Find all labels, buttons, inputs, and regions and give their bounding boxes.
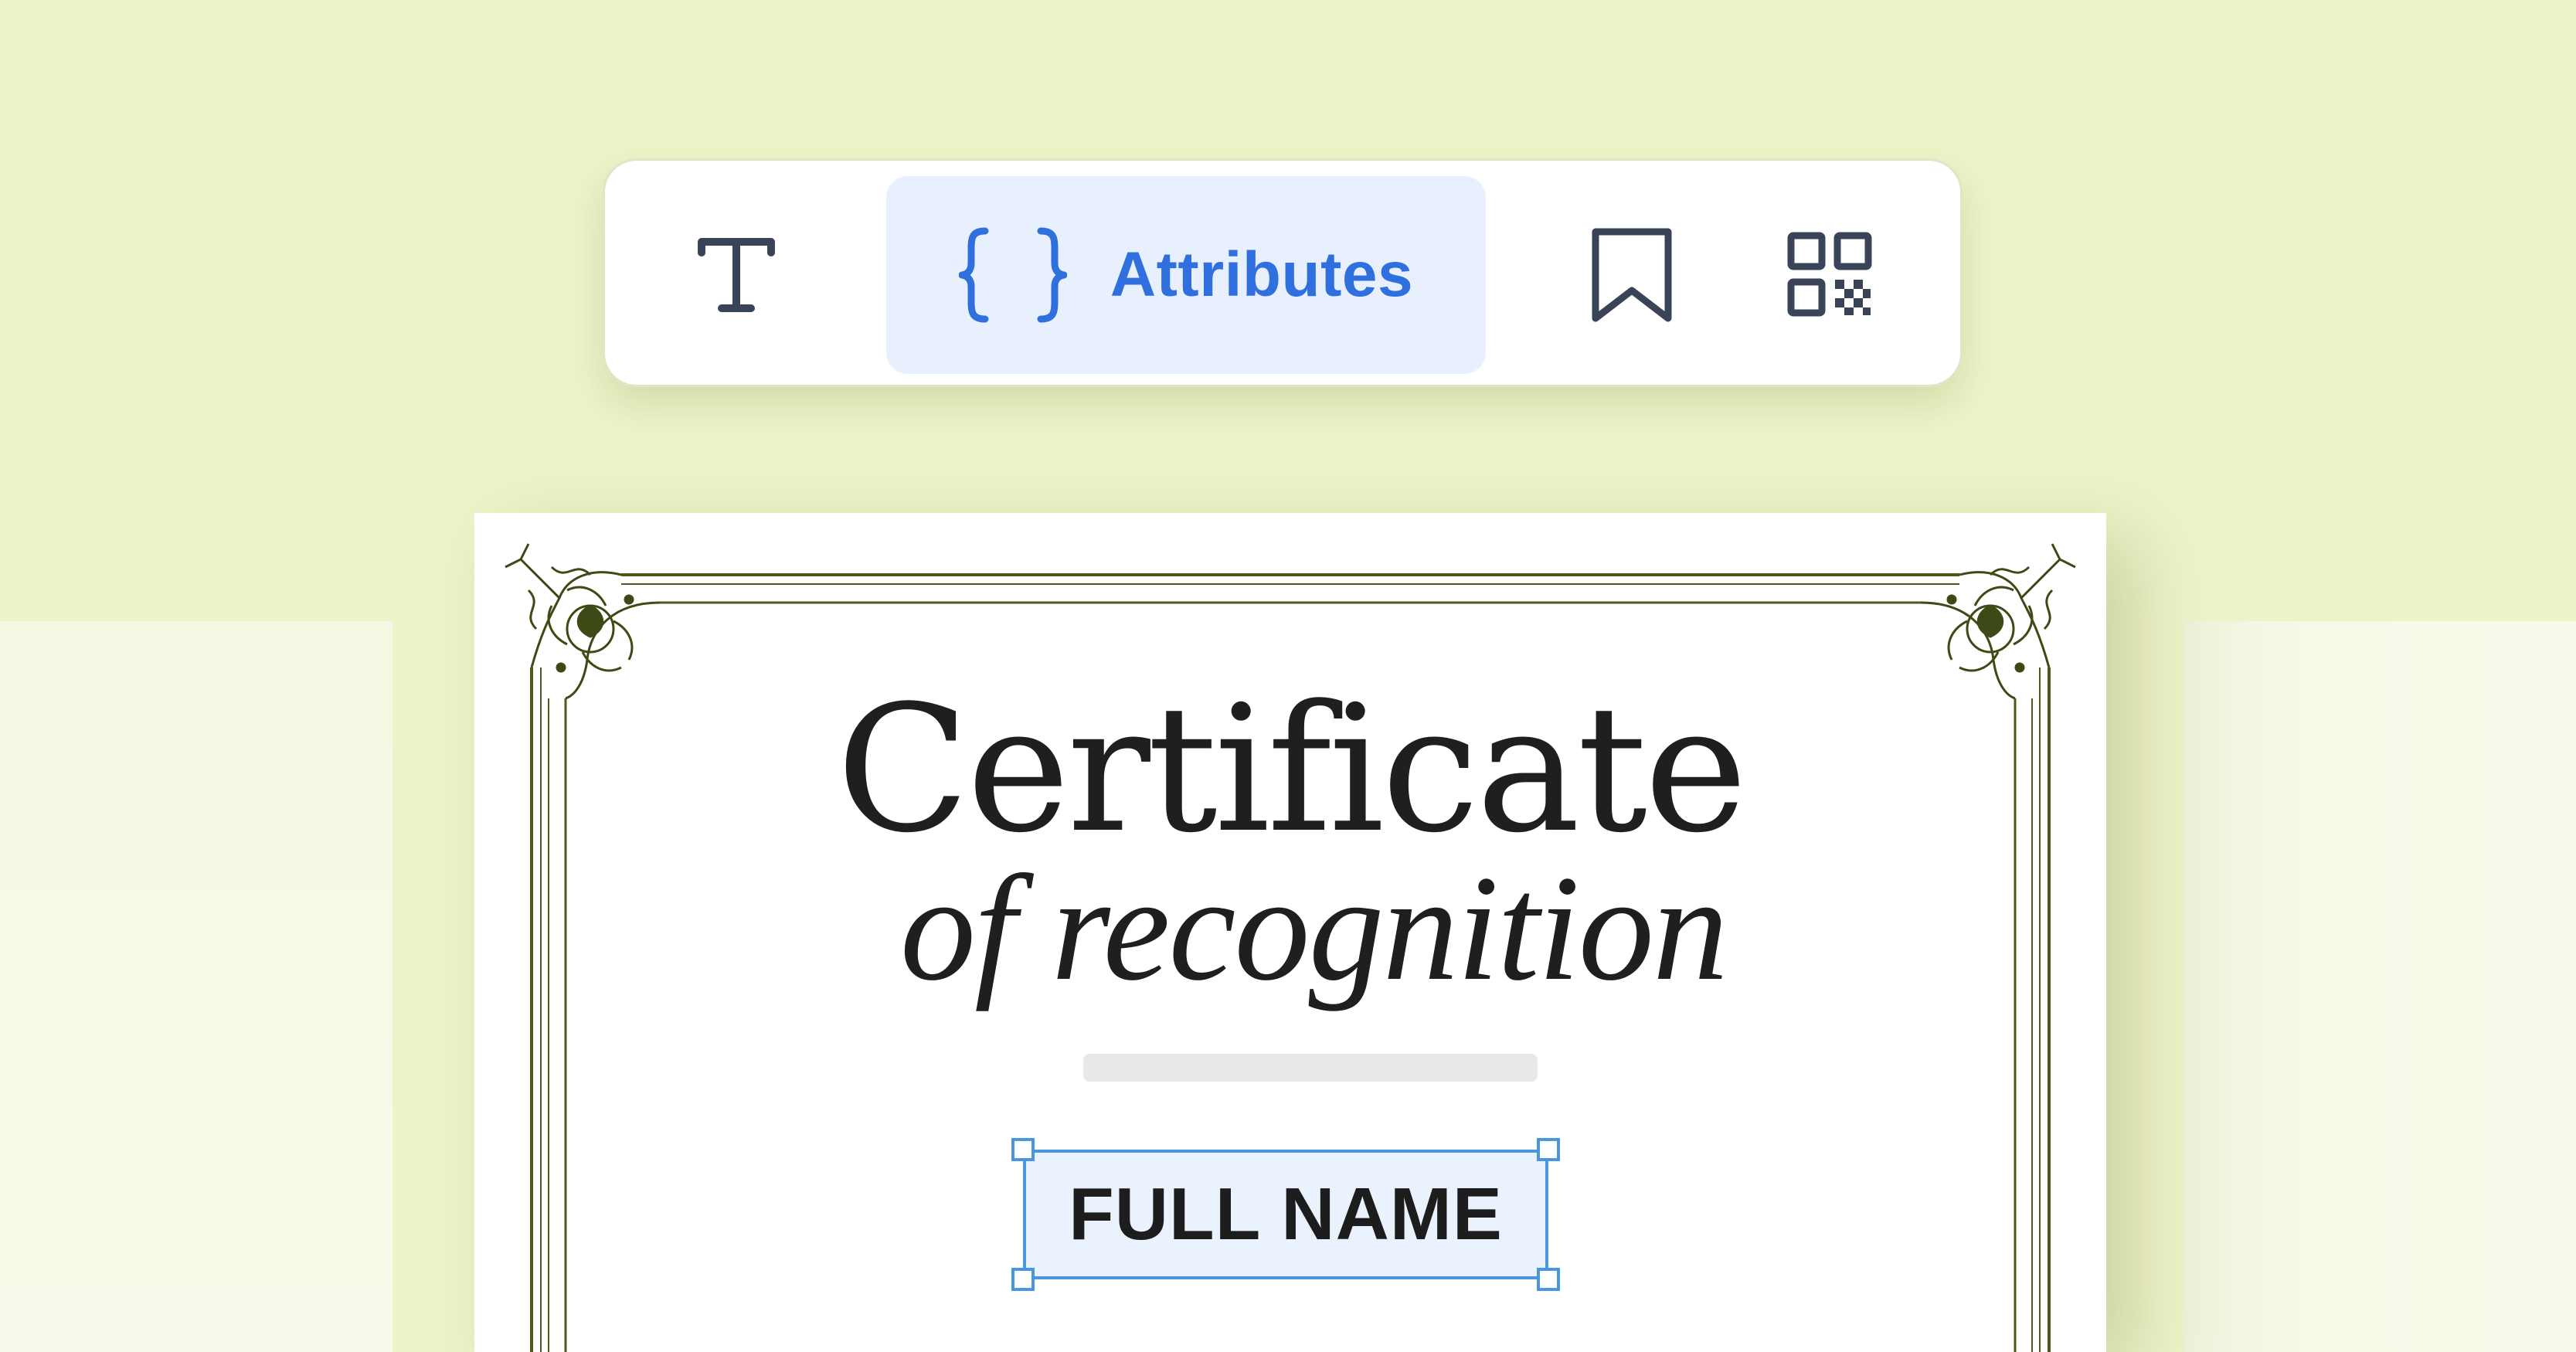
resize-handle-bottom-left[interactable]: [1011, 1268, 1035, 1291]
left-background-panel: [0, 621, 393, 1352]
resize-handle-top-right[interactable]: [1537, 1138, 1560, 1161]
placeholder-text-line[interactable]: [1083, 1054, 1538, 1082]
bookmark-tool-button[interactable]: [1582, 221, 1682, 329]
resize-handle-bottom-right[interactable]: [1537, 1268, 1560, 1291]
text-tool-button[interactable]: [682, 221, 790, 329]
text-t-icon: [698, 238, 775, 312]
corner-ornament-top-right: [1920, 543, 2076, 700]
attributes-tool-button[interactable]: Attributes: [886, 176, 1486, 374]
corner-ornament-top-left: [505, 543, 661, 700]
full-name-text: FULL NAME: [1069, 1173, 1503, 1255]
qr-code-icon: [1787, 232, 1872, 317]
certificate-subtitle[interactable]: of recognition: [474, 853, 2106, 1004]
qr-code-tool-button[interactable]: [1779, 224, 1880, 324]
right-background-panel: [2183, 621, 2576, 1352]
certificate-title[interactable]: Certificate: [474, 683, 2106, 858]
full-name-attribute-field[interactable]: FULL NAME: [1011, 1138, 1560, 1291]
bookmark-icon: [1592, 228, 1672, 322]
attributes-label: Attributes: [1110, 239, 1414, 310]
resize-handle-top-left[interactable]: [1011, 1138, 1035, 1161]
certificate-canvas: Certificate of recognition FULL NAME: [474, 513, 2106, 1352]
editor-toolbar: Attributes: [603, 158, 1963, 387]
curly-braces-icon: [958, 227, 1067, 323]
